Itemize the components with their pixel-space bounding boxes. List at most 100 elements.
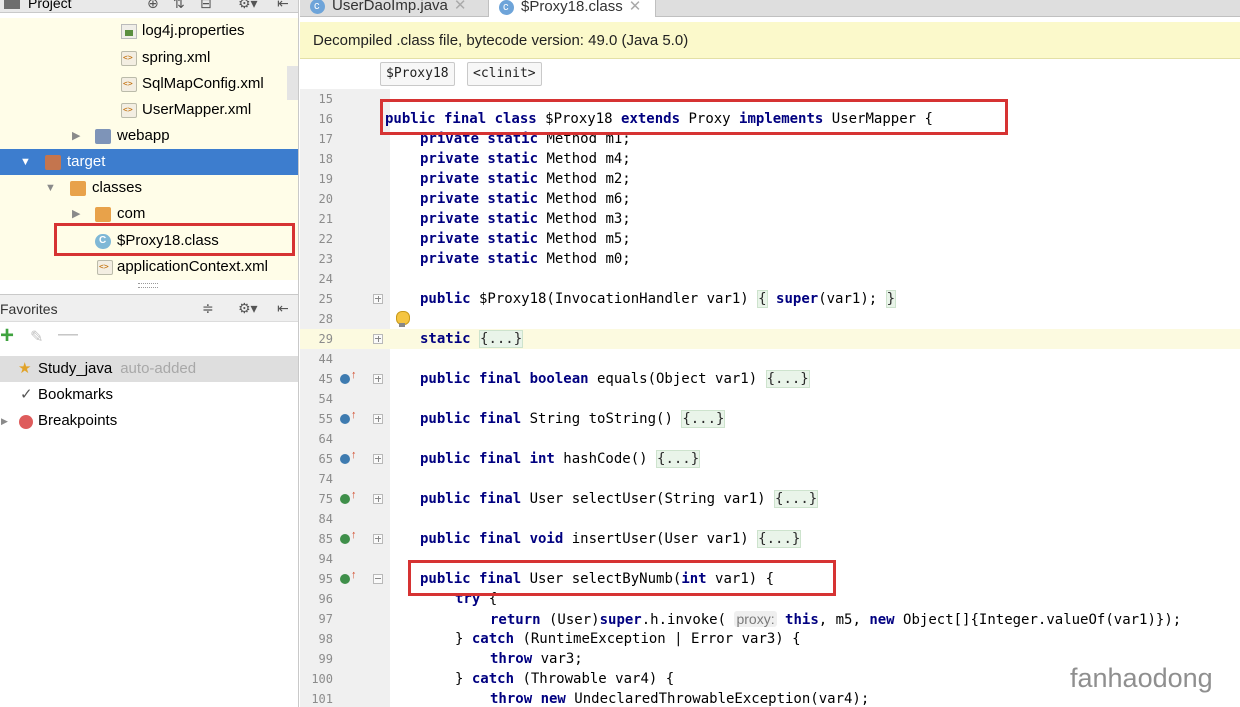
- expand-arrow-icon[interactable]: ▶: [72, 123, 80, 149]
- code-text: throw new UndeclaredThrowableException(v…: [490, 691, 870, 707]
- fold-expand-icon[interactable]: [373, 414, 383, 424]
- breadcrumb-clinit[interactable]: <clinit>: [467, 62, 542, 86]
- java-class-icon: [499, 0, 514, 18]
- tree-item-webapp[interactable]: ▶ webapp: [0, 123, 298, 149]
- tree-item-label: applicationContext.xml: [117, 258, 268, 275]
- collapse-arrow-icon[interactable]: ▼: [20, 149, 31, 175]
- close-icon[interactable]: ✕: [454, 0, 467, 14]
- code-line: 19 private static Method m2;: [300, 169, 1240, 189]
- code-text: static {...}: [420, 330, 524, 348]
- add-icon[interactable]: +: [0, 322, 14, 350]
- code-line: 21 private static Method m3;: [300, 209, 1240, 229]
- line-number: 18: [318, 152, 333, 166]
- edit-icon[interactable]: ✎: [30, 327, 43, 347]
- override-marker-icon[interactable]: [340, 449, 357, 464]
- fold-expand-icon[interactable]: [373, 374, 383, 384]
- code-text: private static Method m4;: [420, 151, 631, 167]
- line-number: 25: [318, 292, 333, 306]
- line-number: 75: [318, 492, 333, 506]
- sync-icon[interactable]: ⊕: [147, 0, 159, 12]
- code-text: private static Method m2;: [420, 171, 631, 187]
- hide-panel-icon[interactable]: ⇤: [277, 0, 289, 12]
- line-number: 28: [318, 312, 333, 326]
- tree-item-target[interactable]: ▼ target: [0, 149, 298, 175]
- highlight-box: [380, 99, 1008, 135]
- code-text: public $Proxy18(InvocationHandler var1) …: [420, 290, 897, 308]
- tree-item-classes[interactable]: ▼ classes: [0, 175, 298, 201]
- lightbulb-icon[interactable]: [396, 311, 410, 327]
- line-number: 84: [318, 512, 333, 526]
- xml-file-icon: [97, 254, 113, 280]
- line-number: 85: [318, 532, 333, 546]
- code-text: return (User)super.h.invoke( proxy: this…: [490, 611, 1182, 628]
- implements-marker-icon[interactable]: [340, 489, 357, 504]
- line-number: 74: [318, 472, 333, 486]
- fold-expand-icon[interactable]: [373, 294, 383, 304]
- favorites-item-bookmarks[interactable]: ✓ Bookmarks: [0, 382, 298, 408]
- banner-text: Decompiled .class file, bytecode version…: [313, 32, 689, 49]
- code-text: } catch (RuntimeException | Error var3) …: [455, 631, 801, 647]
- collapse-arrow-icon[interactable]: ▼: [45, 175, 56, 201]
- tree-item-label: log4j.properties: [142, 22, 245, 39]
- fold-expand-icon[interactable]: [373, 534, 383, 544]
- gear-icon[interactable]: ⚙▾: [238, 300, 258, 317]
- favorites-panel-title: Favorites: [0, 301, 58, 317]
- override-marker-icon[interactable]: [340, 409, 357, 424]
- line-number: 54: [318, 392, 333, 406]
- close-icon[interactable]: ✕: [629, 0, 642, 15]
- tree-item-usermapper-xml[interactable]: UserMapper.xml: [0, 97, 298, 123]
- code-line: 97 return (User)super.h.invoke( proxy: t…: [300, 609, 1240, 629]
- code-text: private static Method m0;: [420, 251, 631, 267]
- tree-item-label: target: [67, 153, 106, 170]
- breakpoint-icon: [19, 415, 33, 429]
- fold-expand-icon[interactable]: [373, 494, 383, 504]
- code-text: public final String toString() {...}: [420, 410, 726, 428]
- scroll-from-source-icon[interactable]: ⇅: [173, 0, 185, 12]
- override-marker-icon[interactable]: [340, 369, 357, 384]
- tree-item-applicationcontext-xml[interactable]: applicationContext.xml: [0, 254, 298, 280]
- code-line: 23 private static Method m0;: [300, 249, 1240, 269]
- star-icon: ★: [18, 360, 32, 377]
- code-lines: 15 16 public final class $Proxy18 extend…: [300, 89, 1240, 707]
- implements-marker-icon[interactable]: [340, 529, 357, 544]
- line-number: 94: [318, 552, 333, 566]
- implements-marker-icon[interactable]: [340, 569, 357, 584]
- code-text: private static Method m3;: [420, 211, 631, 227]
- line-number: 101: [311, 692, 333, 706]
- favorites-item-study-java[interactable]: ★ Study_java auto-added: [0, 356, 298, 382]
- code-line: 22 private static Method m5;: [300, 229, 1240, 249]
- code-line: 98 } catch (RuntimeException | Error var…: [300, 629, 1240, 649]
- expand-collapse-icon[interactable]: ≑: [202, 300, 214, 317]
- favorites-toolbar: + ✎ —: [0, 322, 298, 352]
- hide-panel-icon[interactable]: ⇤: [277, 300, 289, 317]
- fold-collapse-icon[interactable]: [373, 574, 383, 584]
- tree-scrollbar[interactable]: [287, 66, 298, 100]
- code-text: } catch (Throwable var4) {: [455, 671, 675, 687]
- gear-icon[interactable]: ⚙▾: [238, 0, 258, 12]
- collapse-all-icon[interactable]: ⊟: [200, 0, 212, 12]
- tab-proxy18-class[interactable]: $Proxy18.class ✕: [488, 0, 656, 18]
- tree-item-label: spring.xml: [142, 49, 211, 66]
- project-tool-window: Project ⊕ ⇅ ⊟ ⚙▾ ⇤ log4j.properties spri…: [0, 0, 299, 707]
- tab-userdaoimp-java[interactable]: UserDaoImp.java ✕: [300, 0, 486, 17]
- remove-icon[interactable]: —: [58, 323, 78, 346]
- tree-item-log4j-properties[interactable]: log4j.properties: [0, 18, 298, 44]
- tree-item-spring-xml[interactable]: spring.xml: [0, 45, 298, 71]
- code-text: private static Method m6;: [420, 191, 631, 207]
- line-number: 96: [318, 592, 333, 606]
- java-class-icon: [310, 0, 325, 17]
- favorites-item-breakpoints[interactable]: ▶ Breakpoints: [0, 408, 298, 434]
- fold-expand-icon[interactable]: [373, 454, 383, 464]
- folder-icon: [70, 181, 86, 196]
- split-handle[interactable]: [138, 283, 158, 288]
- expand-arrow-icon[interactable]: ▶: [1, 408, 8, 434]
- xml-file-icon: [121, 45, 137, 71]
- highlight-box: [408, 560, 836, 596]
- fold-expand-icon[interactable]: [373, 334, 383, 344]
- code-text: public final User selectUser(String var1…: [420, 490, 819, 508]
- tree-item-label: UserMapper.xml: [142, 101, 252, 118]
- code-line: 20 private static Method m6;: [300, 189, 1240, 209]
- breadcrumb-class[interactable]: $Proxy18: [380, 62, 455, 86]
- tree-item-sqlmapconfig-xml[interactable]: SqlMapConfig.xml: [0, 71, 298, 97]
- folder-icon: [95, 207, 111, 222]
